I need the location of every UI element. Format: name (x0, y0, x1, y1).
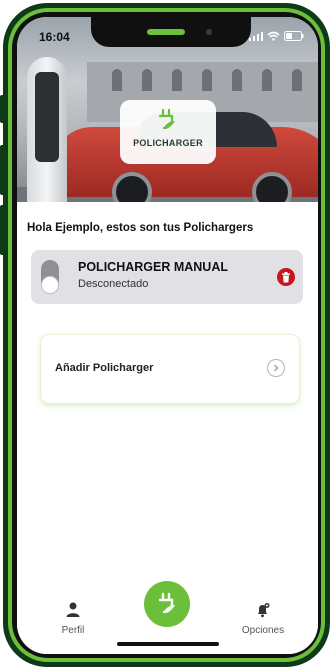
volume-up-button (0, 145, 6, 195)
status-bar: 16:04 (17, 17, 318, 57)
mute-switch (0, 95, 6, 123)
toggle-knob (41, 276, 59, 294)
add-policharger-label: Añadir Policharger (55, 362, 154, 374)
plug-leaf-icon (158, 592, 175, 614)
battery-icon (284, 31, 304, 41)
center-home-button[interactable] (144, 581, 190, 627)
brand-logo-card: POLICHARGER (120, 100, 216, 164)
camera-dot (206, 29, 212, 35)
bell-gear-icon (258, 603, 270, 618)
notch-indicator (147, 29, 185, 35)
signal-icon (249, 32, 263, 41)
home-indicator (117, 642, 219, 646)
wifi-icon (267, 31, 280, 41)
app-screen: POLICHARGER 16:04 Hola Ejemplo, estos so… (17, 17, 318, 654)
status-icons (249, 31, 304, 41)
tab-options-label: Opciones (241, 625, 285, 636)
brand-logo-text: POLICHARGER (133, 138, 203, 148)
chevron-right-icon (267, 359, 285, 377)
trash-icon (282, 271, 290, 282)
tab-options[interactable]: Opciones (233, 602, 293, 636)
volume-down-button (0, 205, 6, 255)
device-name: POLICHARGER MANUAL (78, 260, 228, 274)
person-icon (66, 602, 80, 617)
delete-device-button[interactable] (277, 268, 295, 286)
notch (91, 17, 251, 47)
add-policharger-button[interactable]: Añadir Policharger (41, 335, 299, 403)
status-time: 16:04 (39, 30, 70, 44)
bottom-tab-bar: Perfil Opciones (17, 572, 318, 654)
greeting-text: Hola Ejemplo, estos son tus Polichargers (27, 222, 254, 234)
connection-toggle[interactable] (41, 260, 59, 294)
device-status: Desconectado (78, 278, 149, 290)
tab-profile[interactable]: Perfil (43, 602, 103, 636)
device-card[interactable]: POLICHARGER MANUAL Desconectado (31, 250, 303, 304)
plug-leaf-icon (158, 108, 175, 130)
tab-profile-label: Perfil (61, 625, 85, 636)
